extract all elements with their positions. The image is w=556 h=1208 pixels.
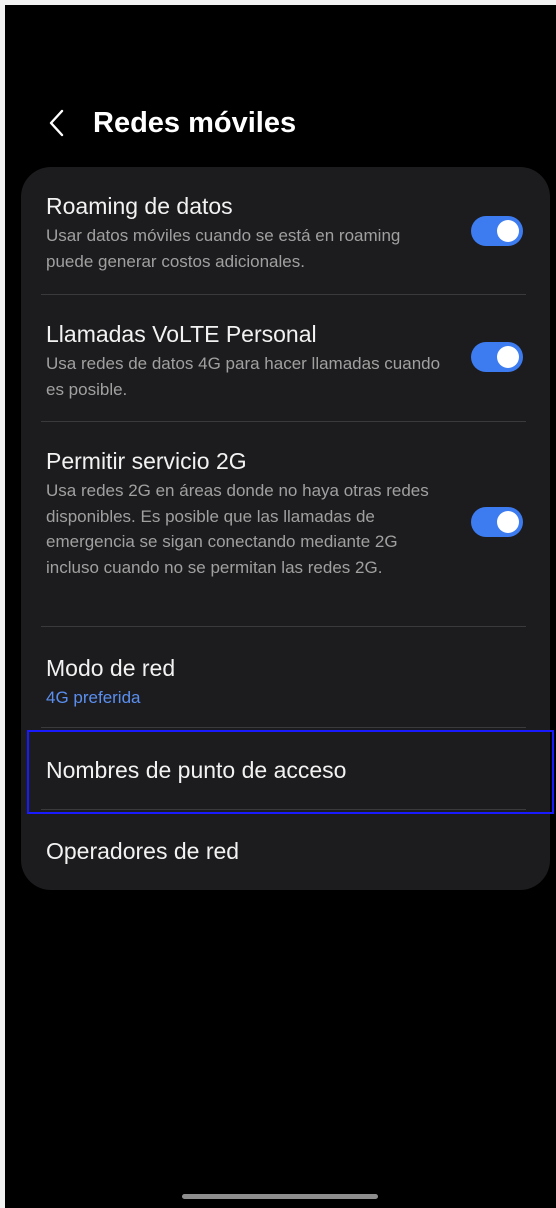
volte-title: Llamadas VoLTE Personal <box>46 321 317 347</box>
roaming-toggle[interactable] <box>471 216 523 246</box>
network-mode-value: 4G preferida <box>46 688 141 707</box>
apn-title: Nombres de punto de acceso <box>46 757 347 783</box>
home-indicator[interactable] <box>182 1194 378 1199</box>
roaming-title: Roaming de datos <box>46 193 233 219</box>
network-mode-row[interactable]: Modo de red 4G preferida <box>21 627 550 728</box>
toggle-knob <box>497 346 519 368</box>
settings-card: Roaming de datos Usar datos móviles cuan… <box>21 167 550 890</box>
chevron-left-icon <box>49 109 64 137</box>
settings-screen: Redes móviles Roaming de datos Usar dato… <box>5 5 556 1208</box>
operators-row[interactable]: Operadores de red <box>21 810 550 890</box>
allow-2g-row[interactable]: Permitir servicio 2G Usa redes 2G en áre… <box>21 422 550 627</box>
volte-toggle[interactable] <box>471 342 523 372</box>
roaming-description: Usar datos móviles cuando se está en roa… <box>46 226 401 271</box>
page-title: Redes móviles <box>93 107 297 139</box>
allow-2g-title: Permitir servicio 2G <box>46 448 247 474</box>
toggle-knob <box>497 220 519 242</box>
operators-title: Operadores de red <box>46 838 240 864</box>
apn-row[interactable]: Nombres de punto de acceso <box>21 728 550 809</box>
allow-2g-toggle[interactable] <box>471 507 523 537</box>
toggle-knob <box>497 511 519 533</box>
volte-description: Usa redes de datos 4G para hacer llamada… <box>46 354 441 399</box>
network-mode-title: Modo de red <box>46 655 176 681</box>
back-button[interactable] <box>37 103 77 143</box>
allow-2g-description: Usa redes 2G en áreas donde no haya otra… <box>46 481 429 577</box>
app-bar: Redes móviles <box>5 93 556 159</box>
roaming-row[interactable]: Roaming de datos Usar datos móviles cuan… <box>21 167 550 295</box>
volte-row[interactable]: Llamadas VoLTE Personal Usa redes de dat… <box>21 295 550 422</box>
